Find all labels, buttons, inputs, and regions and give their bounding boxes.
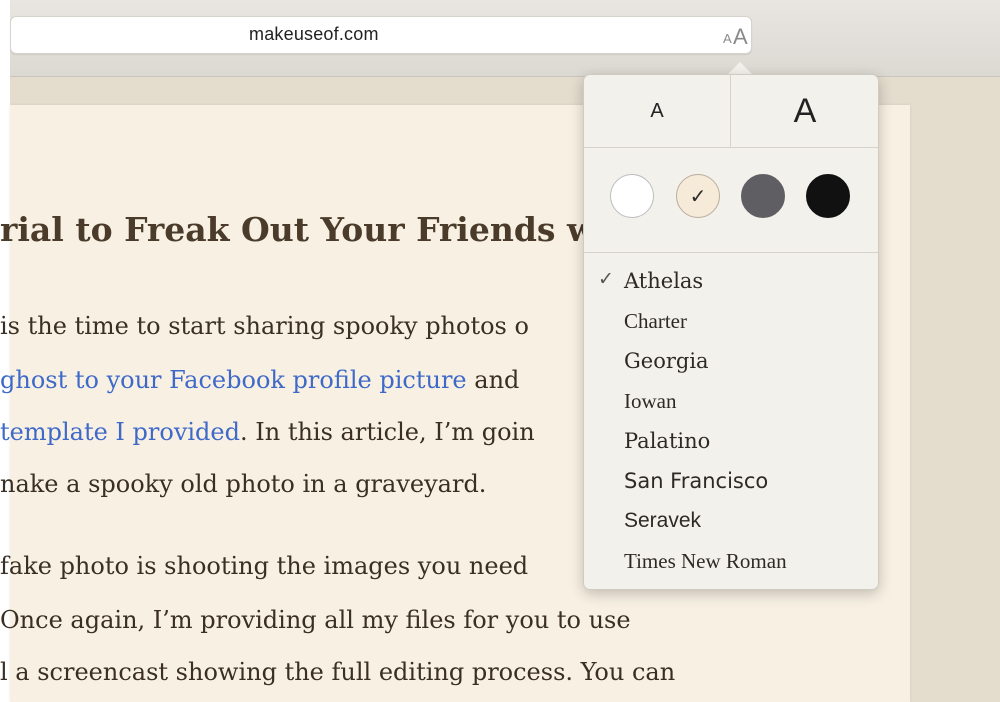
article-text: is the time to start sharing spooky phot… (0, 312, 529, 340)
font-option-label: Iowan (624, 389, 677, 413)
font-option-label: Palatino (624, 429, 711, 453)
checkmark-icon: ✓ (598, 268, 614, 290)
font-option-label: Athelas (624, 269, 704, 293)
article-text: nake a spooky old photo in a graveyard. (0, 470, 487, 498)
font-option[interactable]: Georgia (584, 345, 878, 385)
article-text: fake photo is shooting the images you ne… (0, 552, 529, 580)
article-link[interactable]: template I provided (0, 418, 240, 446)
theme-swatch-white[interactable] (610, 174, 654, 218)
article-text: l a screencast showing the full editing … (0, 658, 676, 686)
big-a-icon: A (733, 24, 748, 49)
address-bar[interactable]: makeuseof.com A A (10, 16, 752, 54)
font-option[interactable]: Times New Roman (584, 545, 878, 585)
font-list: ✓ Athelas Charter Georgia Iowan Palatino San F… (584, 265, 878, 585)
article-headline: rial to Freak Out Your Friends wit (0, 210, 624, 249)
font-option-label: Seravek (624, 509, 702, 532)
reader-appearance-button[interactable]: A A (719, 21, 751, 49)
theme-swatch-gray[interactable] (741, 174, 785, 218)
increase-font-size-button[interactable]: A (732, 75, 878, 147)
browser-window: makeuseof.com A A rial to Freak Out Your… (0, 0, 1000, 702)
font-option[interactable]: Iowan (584, 385, 878, 425)
font-option-label: Charter (624, 309, 687, 333)
theme-swatches: ✓ (584, 148, 878, 253)
article-line: template I provided. In this article, I’… (0, 418, 535, 446)
checkmark-icon: ✓ (689, 184, 707, 208)
font-option-label: Times New Roman (624, 549, 787, 573)
font-option-label: San Francisco (624, 469, 769, 493)
font-option[interactable]: Seravek (584, 505, 878, 545)
article-text: and (466, 366, 520, 394)
address-url: makeuseof.com (249, 24, 379, 44)
font-option[interactable]: San Francisco (584, 465, 878, 505)
article-line: is the time to start sharing spooky phot… (0, 312, 529, 340)
theme-swatch-night[interactable] (806, 174, 850, 218)
article-line: nake a spooky old photo in a graveyard. (0, 470, 486, 498)
browser-toolbar: makeuseof.com A A (10, 0, 1000, 77)
article-line: l a screencast showing the full editing … (0, 658, 675, 686)
article-line: Once again, I’m providing all my files f… (0, 606, 631, 634)
font-option[interactable]: Charter (584, 305, 878, 345)
small-a-icon: A (723, 31, 732, 46)
article-text: . In this article, I’m goin (240, 418, 535, 446)
decrease-font-size-button[interactable]: A (584, 75, 731, 147)
font-size-controls: A A (584, 75, 878, 148)
font-option[interactable]: ✓ Athelas (584, 265, 878, 305)
article-link[interactable]: ghost to your Facebook profile picture (0, 366, 467, 394)
article-line: fake photo is shooting the images you ne… (0, 552, 528, 580)
font-option-label: Georgia (624, 349, 709, 373)
font-option[interactable]: Palatino (584, 425, 878, 465)
theme-swatch-sepia[interactable]: ✓ (676, 174, 720, 218)
reader-appearance-popover: A A ✓ ✓ Athelas Charter Georgia Iowan Palatin… (583, 74, 879, 590)
article-line: ghost to your Facebook profile picture a… (0, 366, 519, 394)
article-text: Once again, I’m providing all my files f… (0, 606, 631, 634)
